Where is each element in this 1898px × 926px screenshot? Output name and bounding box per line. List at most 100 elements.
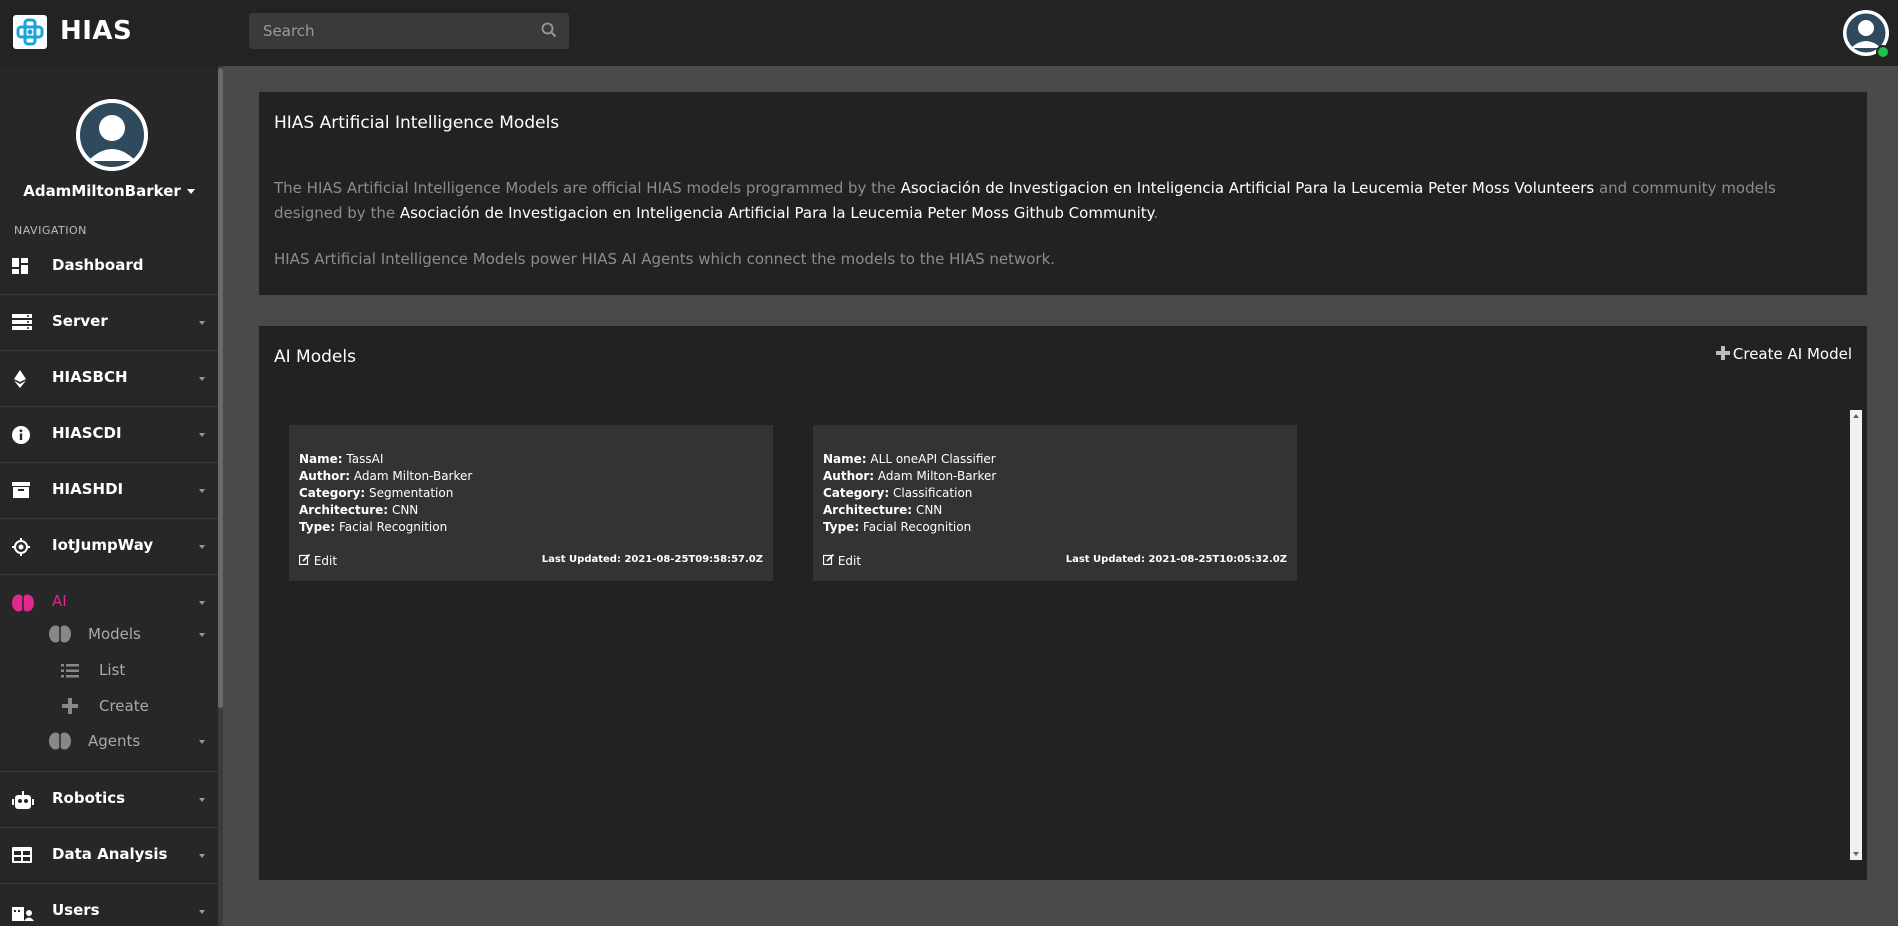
- caret-down-icon: [199, 377, 205, 381]
- model-author: Adam Milton-Barker: [353, 469, 473, 483]
- model-category-line: Category: Segmentation: [299, 486, 453, 500]
- sidebar-item-server[interactable]: Server: [0, 295, 218, 351]
- model-name: TassAI: [346, 452, 384, 466]
- volunteers-link[interactable]: Asociación de Investigacion en Inteligen…: [901, 179, 1595, 197]
- ethereum-icon: [12, 370, 32, 388]
- scroll-up-icon[interactable]: [1853, 414, 1859, 418]
- last-updated-label: Last Updated:: [541, 554, 621, 565]
- hias-logo-icon[interactable]: [13, 15, 47, 49]
- sidebar-item-users[interactable]: Users: [0, 884, 218, 926]
- field-label: Architecture:: [299, 503, 389, 517]
- model-category: Classification: [892, 486, 973, 500]
- intro-text: The HIAS Artificial Intelligence Models …: [274, 179, 901, 197]
- brain-icon: [49, 625, 71, 647]
- search-box: [249, 13, 569, 49]
- sidebar-item-label: Robotics: [52, 789, 126, 807]
- last-updated: Last Updated: 2021-08-25T09:58:57.0Z: [542, 554, 763, 565]
- caret-down-icon: [199, 489, 205, 493]
- profile-name-dropdown[interactable]: AdamMiltonBarker: [0, 182, 218, 200]
- create-ai-model-button[interactable]: Create AI Model: [1715, 345, 1852, 363]
- sidebar-item-dashboard[interactable]: Dashboard: [0, 239, 218, 295]
- intro-paragraph-2: HIAS Artificial Intelligence Models powe…: [274, 250, 1056, 268]
- sidebar-item-label: IotJumpWay: [52, 536, 154, 554]
- sidebar-subitem-label: Agents: [88, 732, 141, 750]
- search-input[interactable]: [249, 13, 547, 49]
- server-icon: [12, 314, 32, 332]
- sidebar-item-iotjumpway[interactable]: IotJumpWay: [0, 519, 218, 575]
- sidebar-item-hiascdi[interactable]: HIASCDI: [0, 407, 218, 463]
- model-type-line: Type: Facial Recognition: [299, 520, 447, 534]
- chip-icon: [12, 538, 32, 556]
- sidebar: AdamMiltonBarker NAVIGATION Dashboard Se…: [0, 66, 218, 926]
- sidebar-subitem-create[interactable]: Create: [0, 691, 200, 721]
- caret-down-icon: [186, 189, 195, 194]
- last-updated-value: 2021-08-25T10:05:32.0Z: [1148, 554, 1287, 565]
- last-updated-label: Last Updated:: [1065, 554, 1145, 565]
- model-card: Name: TassAI Author: Adam Milton-Barker …: [289, 425, 773, 581]
- model-category: Segmentation: [368, 486, 454, 500]
- ai-models-panel: AI Models Create AI Model: [259, 326, 1867, 880]
- intro-panel: HIAS Artificial Intelligence Models The …: [259, 92, 1867, 295]
- sidebar-item-hiashdi[interactable]: HIASHDI: [0, 463, 218, 519]
- last-updated-value: 2021-08-25T09:58:57.0Z: [624, 554, 763, 565]
- search-icon[interactable]: [541, 22, 557, 42]
- model-name-line: Name: ALL oneAPI Classifier: [823, 452, 996, 466]
- table-icon: [12, 847, 32, 865]
- sidebar-subitem-agents[interactable]: Agents: [0, 726, 205, 756]
- intro-paragraph: The HIAS Artificial Intelligence Models …: [274, 176, 1834, 226]
- github-community-link[interactable]: Asociación de Investigacion en Inteligen…: [400, 204, 1154, 222]
- profile-avatar[interactable]: [76, 99, 148, 171]
- archive-icon: [12, 482, 32, 500]
- model-category-line: Category: Classification: [823, 486, 972, 500]
- models-list-scrollbar[interactable]: [1850, 410, 1862, 860]
- model-name-line: Name: TassAI: [299, 452, 383, 466]
- model-architecture: CNN: [391, 503, 419, 517]
- info-icon: [12, 426, 32, 444]
- caret-down-icon: [199, 854, 205, 858]
- sidebar-scrollbar-thumb[interactable]: [218, 68, 223, 708]
- sidebar-item-label: HIASHDI: [52, 480, 124, 498]
- sidebar-subitem-list[interactable]: List: [0, 655, 200, 685]
- field-label: Name:: [823, 452, 867, 466]
- brain-icon: [12, 594, 34, 612]
- caret-down-icon: [199, 321, 205, 325]
- robot-icon: [12, 791, 34, 809]
- plus-icon: [62, 698, 78, 718]
- sidebar-item-label: HIASCDI: [52, 424, 122, 442]
- caret-down-icon: [199, 433, 205, 437]
- field-label: Name:: [299, 452, 343, 466]
- sidebar-subitem-models[interactable]: Models: [0, 619, 205, 649]
- edit-icon: [822, 553, 835, 568]
- model-architecture: CNN: [915, 503, 943, 517]
- edit-model-button[interactable]: Edit: [298, 553, 338, 568]
- last-updated: Last Updated: 2021-08-25T10:05:32.0Z: [1066, 554, 1287, 565]
- app-title[interactable]: HIAS: [60, 16, 132, 46]
- sidebar-item-label: Server: [52, 312, 108, 330]
- sidebar-item-ai[interactable]: AI Models List Create Agents: [0, 575, 218, 772]
- model-type-line: Type: Facial Recognition: [823, 520, 971, 534]
- model-author: Adam Milton-Barker: [877, 469, 997, 483]
- profile-name: AdamMiltonBarker: [23, 182, 181, 200]
- caret-down-icon: [199, 545, 205, 549]
- sidebar-subitem-label: Models: [88, 625, 141, 643]
- sidebar-subitem-label: List: [99, 661, 126, 679]
- field-label: Category:: [299, 486, 366, 500]
- field-label: Author:: [299, 469, 351, 483]
- sidebar-item-robotics[interactable]: Robotics: [0, 772, 218, 828]
- edit-model-button[interactable]: Edit: [822, 553, 861, 568]
- scroll-down-icon[interactable]: [1853, 852, 1859, 856]
- model-author-line: Author: Adam Milton-Barker: [299, 469, 472, 483]
- field-label: Category:: [823, 486, 890, 500]
- field-label: Type:: [823, 520, 860, 534]
- sidebar-item-hiasbch[interactable]: HIASBCH: [0, 351, 218, 407]
- model-author-line: Author: Adam Milton-Barker: [823, 469, 996, 483]
- plus-icon: [1715, 346, 1730, 360]
- brain-icon: [49, 732, 71, 754]
- model-name: ALL oneAPI Classifier: [870, 452, 996, 466]
- model-card: Name: ALL oneAPI Classifier Author: Adam…: [813, 425, 1297, 581]
- edit-icon: [298, 553, 311, 568]
- caret-down-icon: [199, 601, 205, 605]
- sidebar-item-data-analysis[interactable]: Data Analysis: [0, 828, 218, 884]
- edit-label: Edit: [313, 554, 338, 568]
- dashboard-icon: [12, 258, 32, 276]
